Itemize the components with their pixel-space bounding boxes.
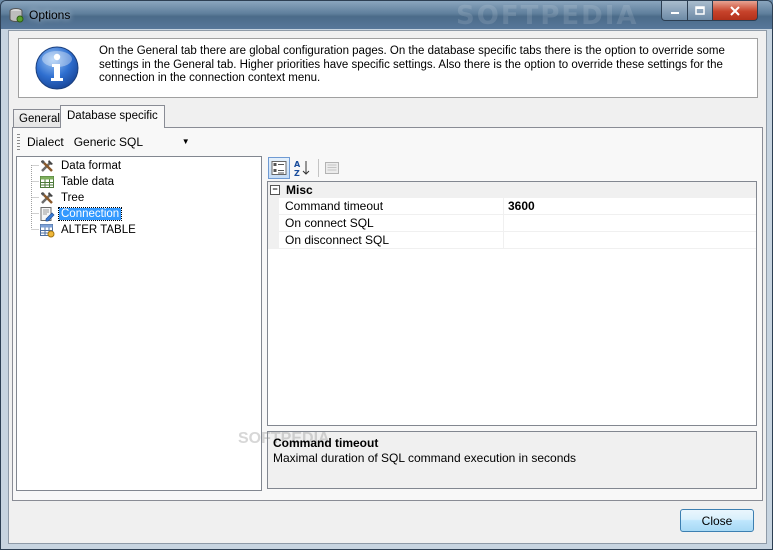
close-icon: [730, 5, 740, 16]
info-panel: On the General tab there are global conf…: [18, 38, 758, 98]
toolbar-grip[interactable]: [17, 134, 20, 150]
property-help-panel: SOFTPEDIA Command timeout Maximal durati…: [238, 430, 757, 489]
toolbar-separator: [318, 159, 319, 177]
help-description: Maximal duration of SQL command executio…: [273, 451, 577, 465]
maximize-icon: [695, 5, 705, 15]
property-grid[interactable]: − Misc Command timeout 3600 On connect S…: [267, 181, 757, 426]
tree-item-alter-table[interactable]: ALTER TABLE: [39, 222, 138, 238]
categorized-icon: [271, 161, 287, 175]
collapse-icon[interactable]: −: [270, 185, 280, 195]
settings-tree[interactable]: Data format Table data Tree Connection A…: [16, 156, 262, 491]
column-divider[interactable]: [503, 232, 504, 248]
tree-item-label: Data format: [61, 160, 122, 172]
tab-database-specific[interactable]: Database specific: [60, 105, 165, 128]
dialect-select[interactable]: Generic SQL ▼: [70, 133, 194, 151]
column-divider[interactable]: [503, 215, 504, 231]
tree-item-data-format[interactable]: Data format: [39, 158, 123, 174]
property-name: On connect SQL: [285, 216, 374, 230]
minimize-icon: [670, 11, 679, 14]
chevron-down-icon[interactable]: ▼: [182, 133, 190, 151]
dialect-value: Generic SQL: [73, 135, 144, 149]
app-database-icon: [9, 8, 24, 23]
title-bar[interactable]: Options SOFTPEDIA: [1, 1, 772, 31]
watermark-text: SOFTPEDIA: [456, 1, 639, 31]
info-icon: [35, 46, 79, 90]
tree-item-tree[interactable]: Tree: [39, 190, 86, 206]
property-row-on-disconnect-sql[interactable]: On disconnect SQL: [268, 232, 756, 249]
info-description: On the General tab there are global conf…: [99, 45, 725, 84]
tree-item-label: ALTER TABLE: [61, 224, 136, 236]
close-window-button[interactable]: [712, 1, 758, 21]
tab-general[interactable]: General: [13, 109, 66, 129]
property-grid-area: A Z − Misc Command timeout 3600 On conne…: [238, 156, 757, 489]
row-margin: [268, 215, 279, 231]
row-margin: [268, 198, 279, 214]
column-divider[interactable]: [503, 198, 504, 214]
tree-item-connection[interactable]: Connection: [39, 206, 123, 222]
connection-icon: [40, 207, 55, 222]
alter-table-icon: [40, 224, 55, 238]
tree-item-table-data[interactable]: Table data: [39, 174, 116, 190]
tree-item-label: Table data: [61, 176, 115, 188]
minimize-button[interactable]: [661, 1, 688, 21]
maximize-button[interactable]: [687, 1, 713, 21]
sort-az-icon: A Z: [294, 160, 310, 177]
property-name: Command timeout: [285, 199, 384, 213]
tree-item-label: Connection: [57, 207, 123, 221]
row-margin: [268, 232, 279, 248]
dialog-client-area: On the General tab there are global conf…: [8, 30, 767, 544]
category-row[interactable]: − Misc: [268, 182, 756, 198]
tools-icon: [41, 160, 53, 172]
dialect-toolbar: Dialect Generic SQL ▼: [17, 131, 194, 153]
categorized-button[interactable]: [268, 157, 290, 179]
property-grid-toolbar: A Z: [267, 156, 757, 180]
tools-icon: [41, 192, 53, 204]
property-pages-button[interactable]: [321, 157, 343, 179]
alphabetical-button[interactable]: A Z: [291, 157, 313, 179]
database-specific-pane: Dialect Generic SQL ▼ Data format Table …: [12, 127, 763, 501]
property-value[interactable]: 3600: [508, 199, 535, 213]
category-label: Misc: [286, 183, 313, 197]
property-row-command-timeout[interactable]: Command timeout 3600: [268, 198, 756, 215]
window-title: Options: [29, 8, 71, 22]
property-name: On disconnect SQL: [285, 233, 390, 247]
dialect-label: Dialect: [27, 135, 64, 149]
options-window: Options SOFTPEDIA On the General tab the…: [0, 0, 773, 550]
table-icon: [40, 176, 54, 188]
tree-item-label: Tree: [61, 192, 85, 204]
svg-text:A: A: [294, 160, 301, 169]
close-button[interactable]: Close: [680, 509, 754, 532]
property-pages-icon: [325, 162, 339, 174]
property-row-on-connect-sql[interactable]: On connect SQL: [268, 215, 756, 232]
svg-text:Z: Z: [294, 169, 300, 177]
help-title: Command timeout: [273, 436, 379, 450]
